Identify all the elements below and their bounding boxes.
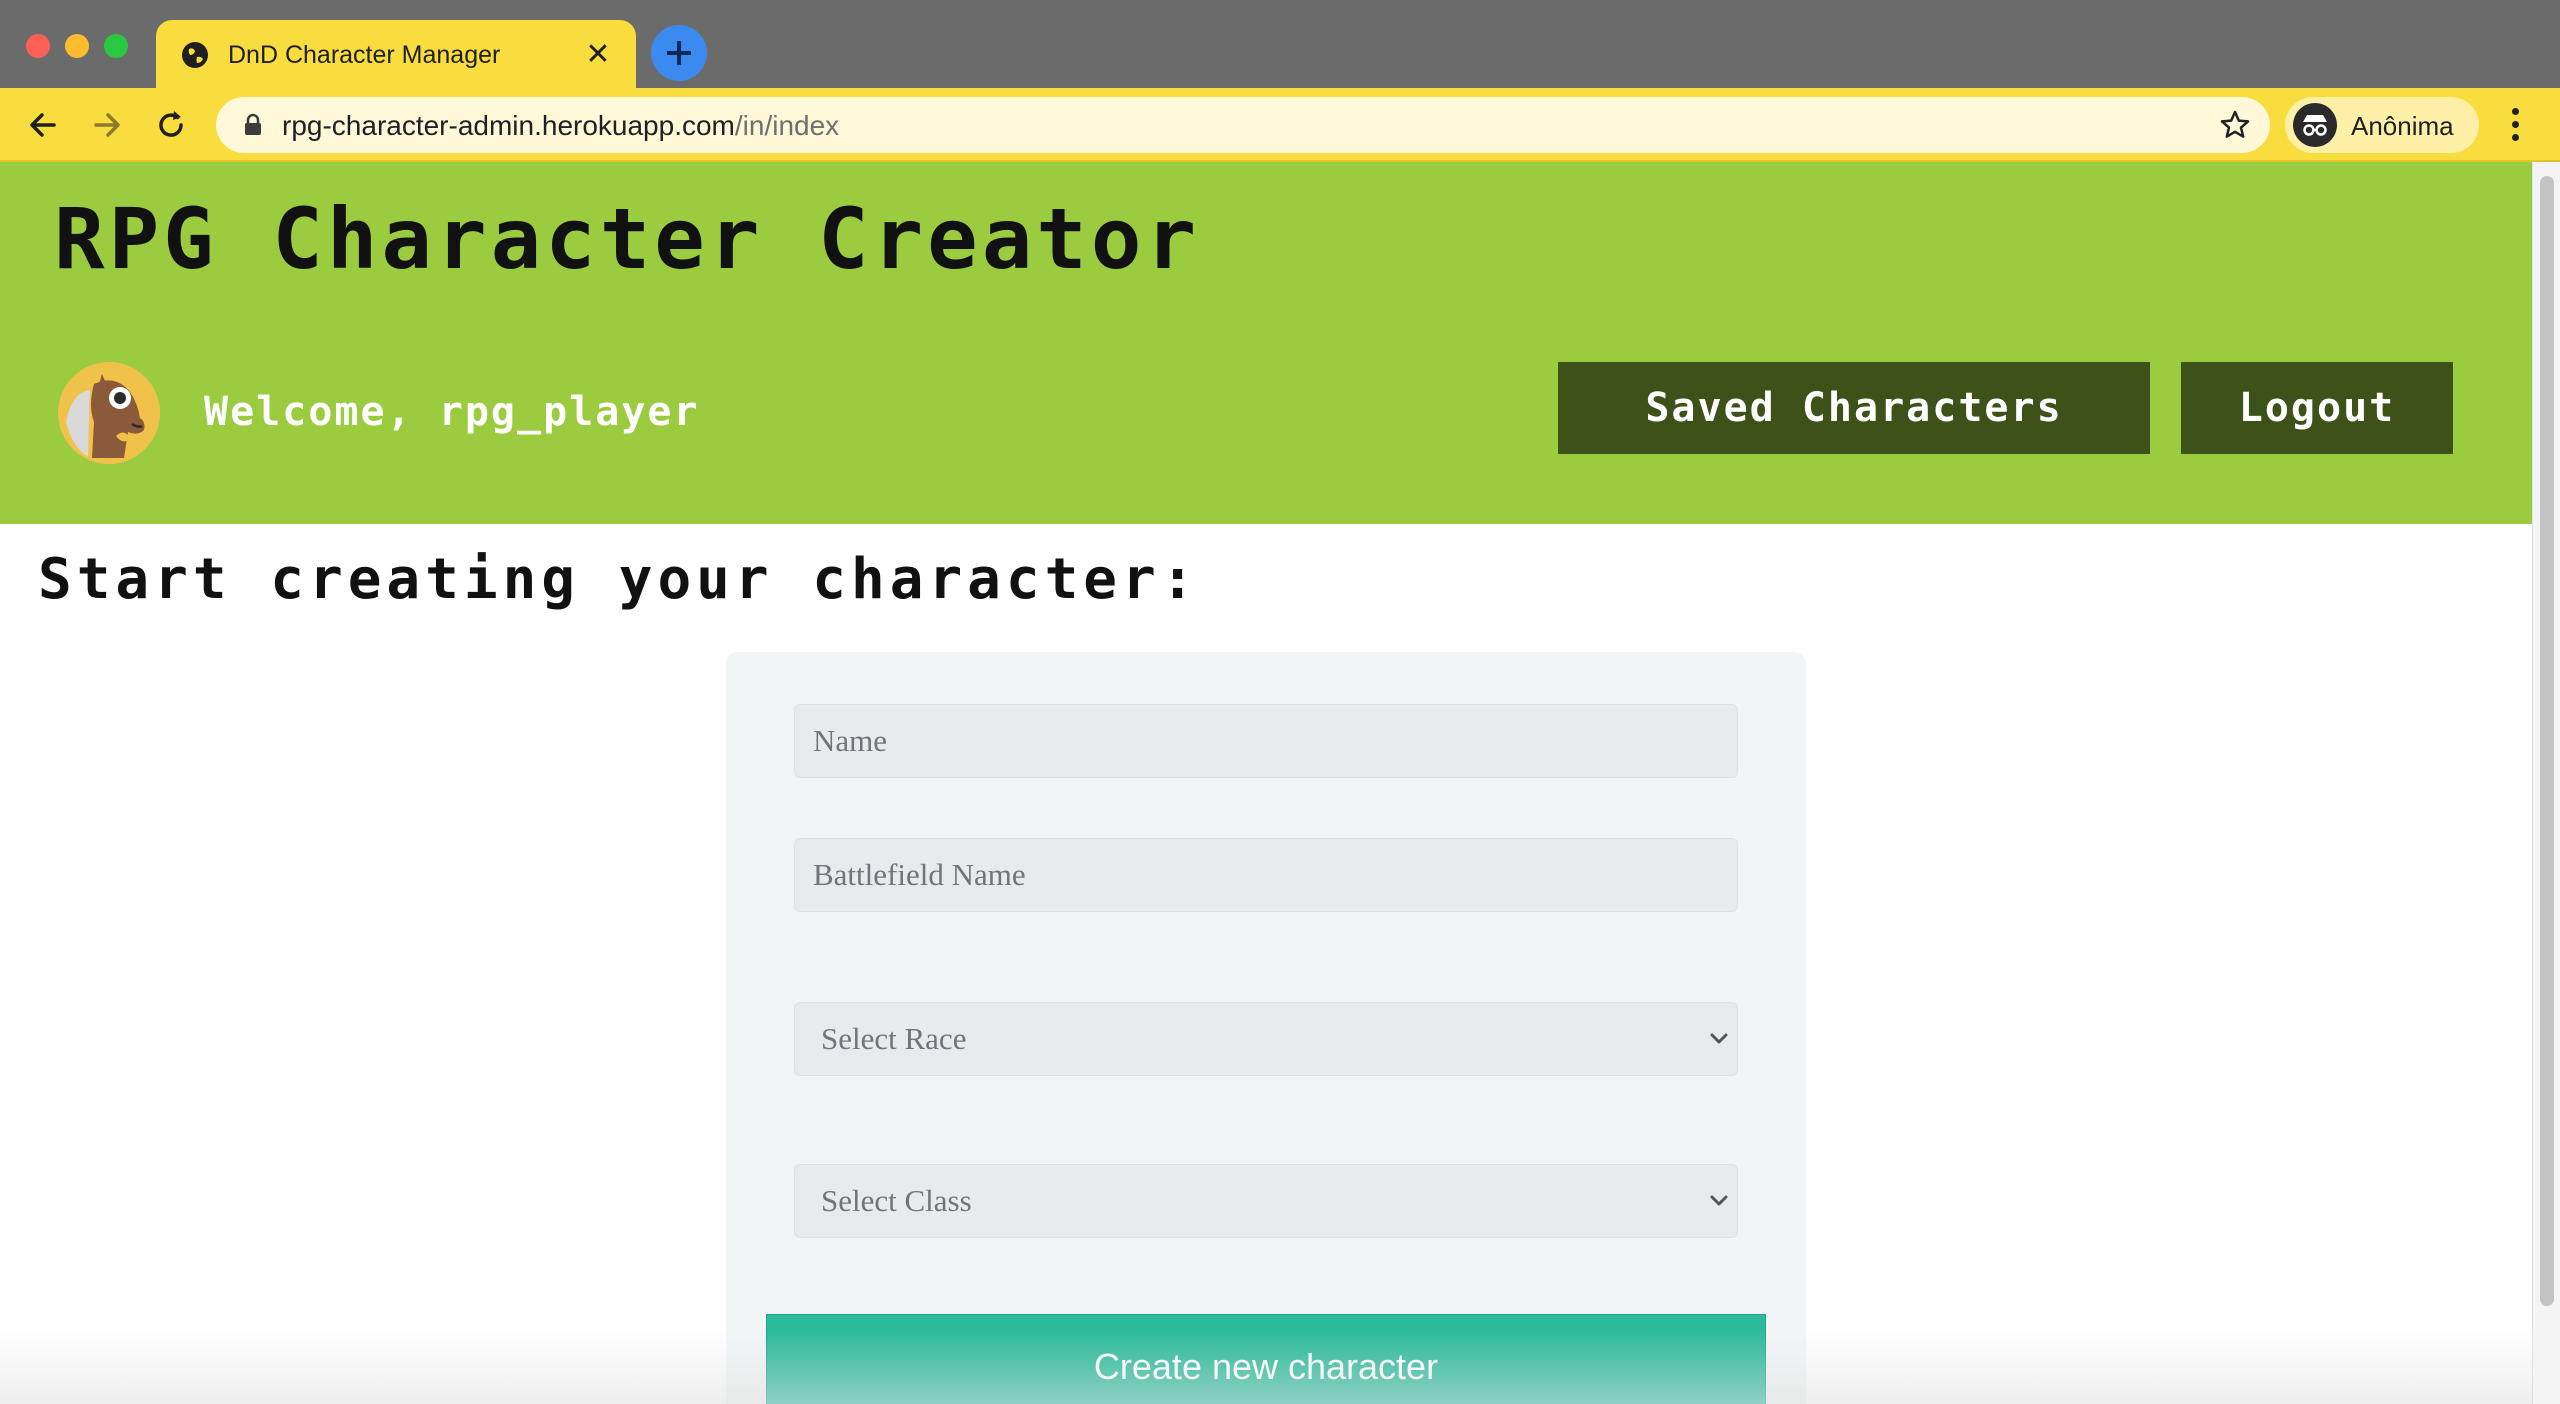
browser-titlebar: DnD Character Manager ✕ (0, 0, 2560, 90)
scrollbar-thumb[interactable] (2540, 176, 2554, 1306)
url-text: rpg-character-admin.herokuapp.com/in/ind… (282, 110, 839, 142)
logout-button[interactable]: Logout (2181, 362, 2453, 454)
window-zoom-button[interactable] (104, 34, 128, 58)
name-input[interactable]: Name (794, 704, 1738, 778)
browser-toolbar: rpg-character-admin.herokuapp.com/in/ind… (0, 88, 2560, 162)
saved-characters-button[interactable]: Saved Characters (1558, 362, 2150, 454)
welcome-text: Welcome, rpg_player (204, 389, 700, 435)
url-host: rpg-character-admin.herokuapp.com (282, 110, 735, 141)
tab-close-icon[interactable]: ✕ (580, 37, 616, 73)
class-select[interactable]: Select Class (794, 1164, 1738, 1238)
page-scrollbar[interactable] (2532, 162, 2560, 1404)
class-select-value: Select Class (821, 1183, 972, 1218)
window-close-button[interactable] (26, 34, 50, 58)
browser-tab-active[interactable]: DnD Character Manager ✕ (156, 20, 636, 90)
horse-avatar-icon (58, 362, 160, 464)
reload-icon[interactable] (152, 106, 190, 144)
site-header: RPG Character Creator Welcome, rpg_playe… (0, 162, 2532, 524)
battlefield-name-input[interactable]: Battlefield Name (794, 838, 1738, 912)
race-select-value: Select Race (821, 1021, 967, 1056)
bottom-shadow (0, 1330, 2532, 1404)
incognito-icon (2293, 103, 2337, 147)
race-select[interactable]: Select Race (794, 1002, 1738, 1076)
address-bar[interactable]: rpg-character-admin.herokuapp.com/in/ind… (216, 97, 2270, 153)
profile-label: Anônima (2351, 111, 2454, 141)
plus-icon (667, 41, 691, 65)
new-tab-button[interactable] (651, 25, 707, 81)
profile-button[interactable]: Anônima (2285, 97, 2479, 153)
kebab-menu-icon[interactable] (2502, 105, 2528, 145)
page-heading: Start creating your character: (38, 547, 1200, 612)
chevron-down-icon (1710, 1195, 1728, 1206)
arrow-right-icon[interactable] (88, 106, 126, 144)
lock-icon (245, 113, 261, 135)
url-path: /in/index (734, 110, 840, 141)
globe-icon (182, 42, 208, 68)
window-minimize-button[interactable] (65, 34, 89, 58)
tab-title: DnD Character Manager (228, 41, 501, 69)
arrow-left-icon[interactable] (24, 106, 62, 144)
site-title: RPG Character Creator (54, 190, 1201, 288)
star-icon[interactable] (2218, 108, 2252, 142)
chevron-down-icon (1710, 1033, 1728, 1044)
